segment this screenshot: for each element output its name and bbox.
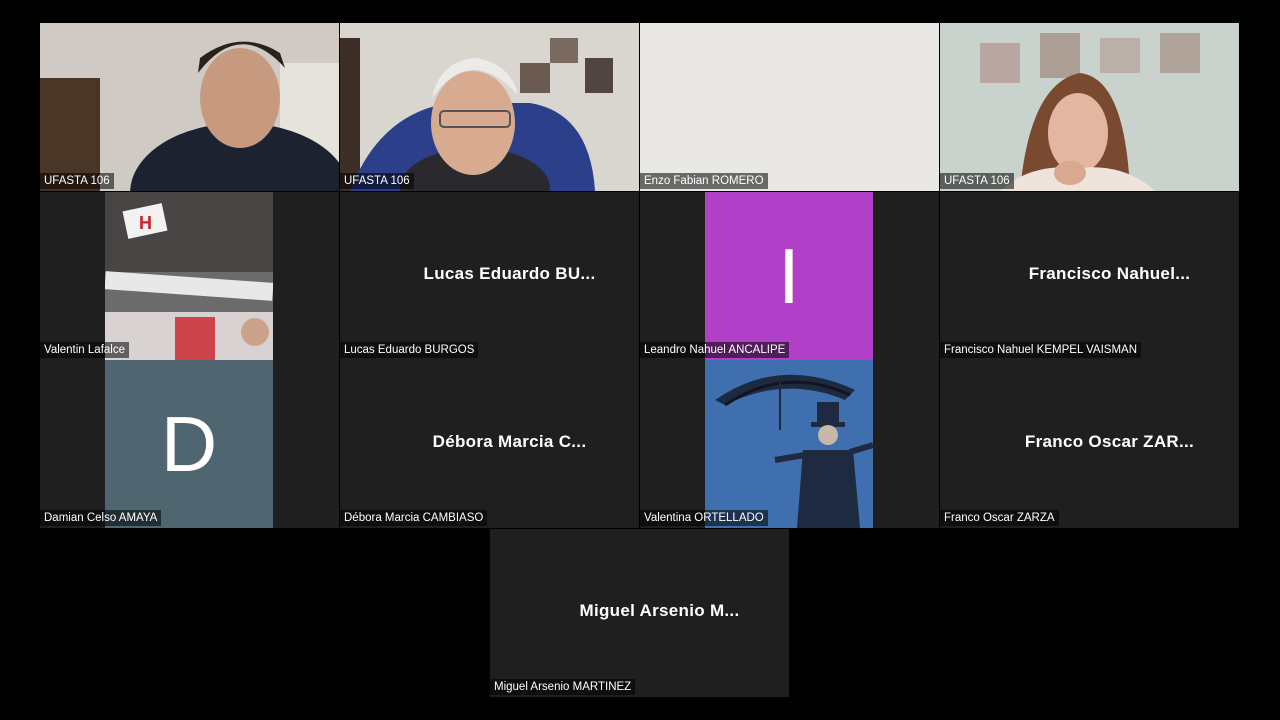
video-tile-ufasta-1[interactable]: UFASTA 106 bbox=[40, 23, 339, 191]
participant-name-label: Miguel Arsenio MARTINEZ bbox=[490, 679, 636, 695]
video-tile-ufasta-3[interactable]: UFASTA 106 bbox=[940, 23, 1239, 191]
participant-display-name: Miguel Arsenio M... bbox=[579, 601, 740, 620]
participant-video bbox=[640, 23, 939, 191]
video-tile-miguel-martinez[interactable]: Miguel Arsenio M... Miguel Arsenio MARTI… bbox=[490, 529, 789, 697]
participant-display-name: Franco Oscar ZAR... bbox=[1024, 432, 1195, 451]
video-tile-damian-amaya[interactable]: D Damian Celso AMAYA bbox=[40, 360, 339, 528]
participant-name-label: Leandro Nahuel ANCALIPE bbox=[640, 342, 790, 358]
video-tile-debora-cambiaso[interactable]: Débora Marcia C... Débora Marcia CAMBIAS… bbox=[340, 360, 639, 528]
video-tile-franco-zarza[interactable]: Franco Oscar ZAR... Franco Oscar ZARZA bbox=[940, 360, 1239, 528]
participant-name-label: Francisco Nahuel KEMPEL VAISMAN bbox=[940, 342, 1142, 358]
participant-name-label: UFASTA 106 bbox=[940, 173, 1014, 189]
participant-video bbox=[40, 23, 339, 191]
profile-picture-crowd-image: H bbox=[105, 192, 273, 360]
participant-name-label: Enzo Fabian ROMERO bbox=[640, 173, 768, 189]
profile-picture-umbrella-image bbox=[705, 360, 873, 528]
participant-name-label: Débora Marcia CAMBIASO bbox=[340, 510, 488, 526]
participant-name-label: Valentina ORTELLADO bbox=[640, 510, 768, 526]
participant-name-label: Valentin Lafalce bbox=[40, 342, 129, 358]
participant-name-label: Damian Celso AMAYA bbox=[40, 510, 162, 526]
avatar-initial: D bbox=[105, 360, 273, 528]
participant-display-name: Débora Marcia C... bbox=[432, 432, 587, 451]
participant-name-label: Franco Oscar ZARZA bbox=[940, 510, 1059, 526]
video-tile-valentin-lafalce[interactable]: H Valentin Lafalce bbox=[40, 192, 339, 360]
video-tile-valentina-ortellado[interactable]: Valentina ORTELLADO bbox=[640, 360, 939, 528]
svg-text:H: H bbox=[139, 213, 152, 233]
video-tile-ufasta-2[interactable]: UFASTA 106 bbox=[340, 23, 639, 191]
participant-name-label: UFASTA 106 bbox=[40, 173, 114, 189]
participant-display-name: Francisco Nahuel... bbox=[1028, 264, 1191, 283]
participant-name-label: Lucas Eduardo BURGOS bbox=[340, 342, 479, 358]
video-tile-leandro-ancalipe[interactable]: I Leandro Nahuel ANCALIPE bbox=[640, 192, 939, 360]
participant-video bbox=[940, 23, 1239, 191]
video-tile-lucas-burgos[interactable]: Lucas Eduardo BU... Lucas Eduardo BURGOS bbox=[340, 192, 639, 360]
video-tile-francisco-kempel[interactable]: Francisco Nahuel... Francisco Nahuel KEM… bbox=[940, 192, 1239, 360]
participant-display-name: Lucas Eduardo BU... bbox=[423, 264, 596, 283]
participant-name-label: UFASTA 106 bbox=[340, 173, 414, 189]
participant-video bbox=[340, 23, 639, 191]
video-tile-enzo-romero[interactable]: Enzo Fabian ROMERO bbox=[640, 23, 939, 191]
avatar-initial: I bbox=[705, 192, 873, 360]
